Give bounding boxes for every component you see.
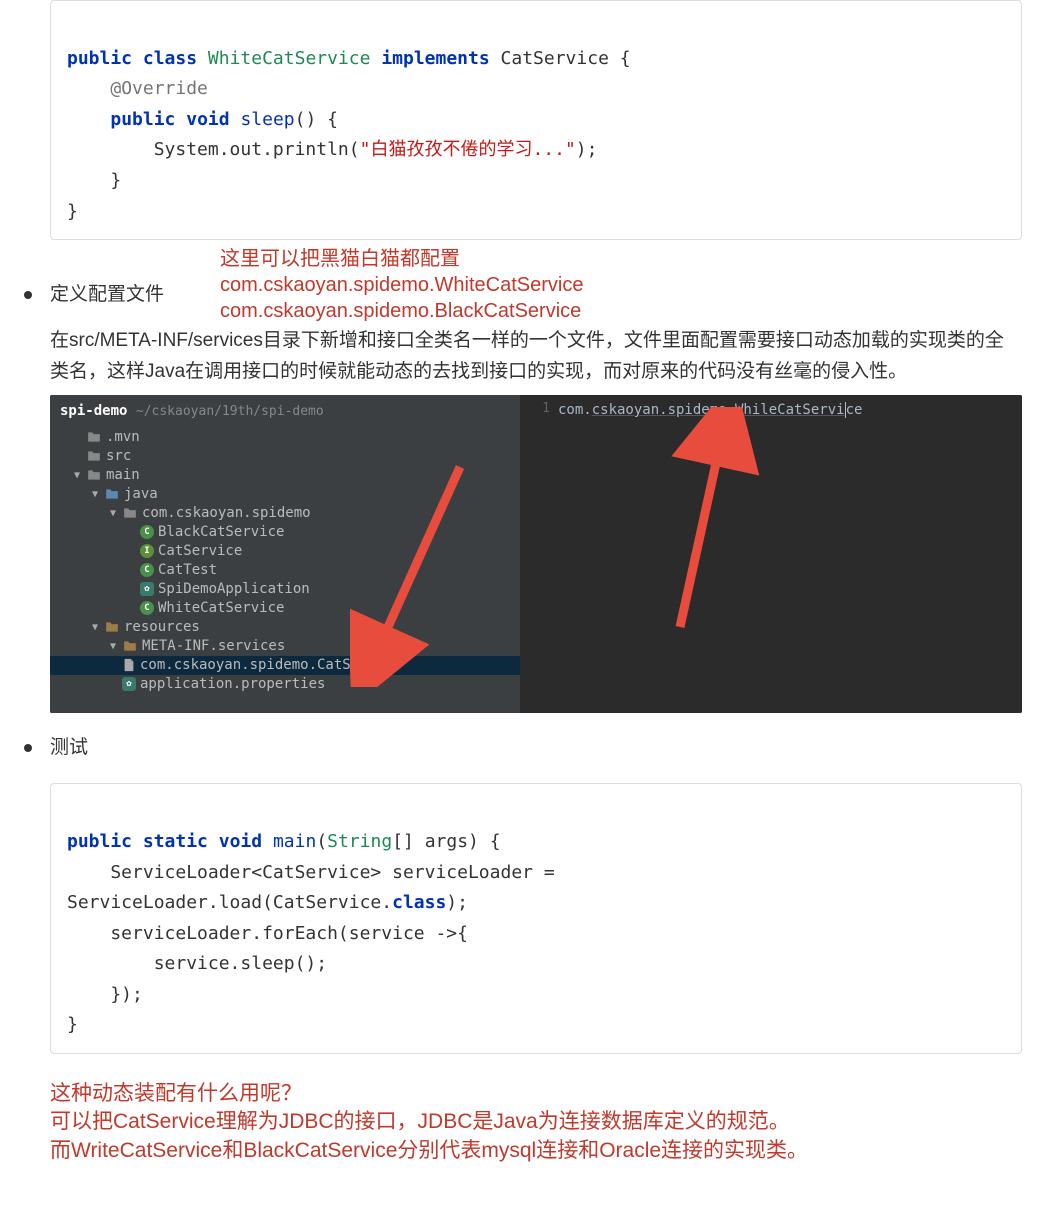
folder-icon xyxy=(86,449,102,463)
folder-icon xyxy=(86,430,102,444)
ide-editor: 1 com.cskaoyan.spidemo.WhileCatService xyxy=(520,395,1022,713)
tree-selected-file[interactable]: com.cskaoyan.spidemo.CatService xyxy=(50,656,520,675)
class-icon: C xyxy=(140,563,154,577)
annotation-bottom: 这种动态装配有什么用呢？ 可以把CatService理解为JDBC的接口，JDB… xyxy=(50,1080,1022,1165)
code-block-1: public class WhiteCatService implements … xyxy=(50,0,1022,240)
interface-icon: I xyxy=(140,544,154,558)
ide-project-tree: spi-demo ~/cskaoyan/19th/spi-demo .mvn s… xyxy=(50,395,520,713)
folder-icon xyxy=(104,487,120,501)
ide-gutter: 1 xyxy=(520,395,556,420)
file-icon xyxy=(122,658,136,672)
folder-icon xyxy=(122,639,138,653)
folder-icon xyxy=(86,468,102,482)
ide-project-path: ~/cskaoyan/19th/spi-demo xyxy=(136,404,324,419)
package-icon xyxy=(122,506,138,520)
bullet-test: 测试 xyxy=(50,737,88,758)
spring-icon: ✿ xyxy=(122,677,136,691)
annotation-config-hint: 这里可以把黑猫白猫都配置 com.cskaoyan.spidemo.WhiteC… xyxy=(220,246,583,324)
code-block-2: public static void main(String[] args) {… xyxy=(50,783,1022,1054)
body-paragraph-1: 在src/META-INF/services目录下新增和接口全类名一样的一个文件… xyxy=(50,326,1022,387)
ide-editor-line-1[interactable]: com.cskaoyan.spidemo.WhileCatService xyxy=(520,395,1022,421)
bullet-define-config: 定义配置文件 xyxy=(50,284,164,305)
spring-icon: ✿ xyxy=(140,582,154,596)
resources-icon xyxy=(104,620,120,634)
class-icon: C xyxy=(140,601,154,615)
ide-project-name: spi-demo xyxy=(60,403,127,419)
class-icon: C xyxy=(140,525,154,539)
ide-screenshot: spi-demo ~/cskaoyan/19th/spi-demo .mvn s… xyxy=(50,395,1022,713)
